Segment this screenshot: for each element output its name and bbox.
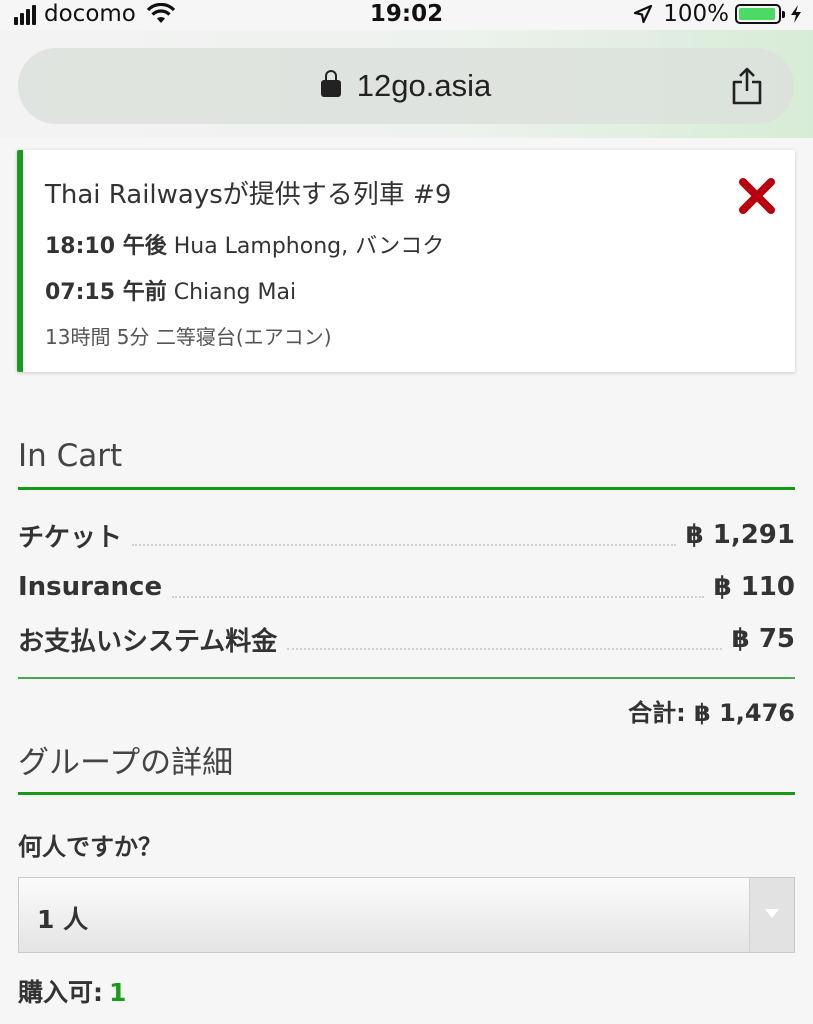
cart-row: Insurance ฿ 110 xyxy=(18,570,795,604)
battery-percent: 100% xyxy=(663,1,729,27)
departure-line: 18:10 午後 Hua Lamphong, バンコク xyxy=(45,228,444,260)
browser-toolbar: 12go.asia xyxy=(0,30,813,138)
cart-item-label: チケット xyxy=(18,522,123,553)
chevron-down-icon[interactable] xyxy=(749,878,794,952)
cart-divider xyxy=(18,487,795,490)
share-icon[interactable] xyxy=(730,66,764,106)
availability-label: 購入可: xyxy=(18,978,103,1007)
cart-item-price: ฿ 110 xyxy=(713,572,795,602)
location-arrow-icon xyxy=(634,4,653,24)
train-card: Thai Railwaysが提供する列車 #9 18:10 午後 Hua Lam… xyxy=(17,150,795,372)
selected-value: 1 人 xyxy=(37,905,89,934)
availability-value: 1 xyxy=(109,978,127,1007)
cart-row: チケット ฿ 1,291 xyxy=(18,518,795,553)
status-right: 100% xyxy=(633,1,803,27)
total-divider xyxy=(18,677,795,679)
group-divider xyxy=(18,792,795,795)
cart-row: お支払いシステム料金 ฿ 75 xyxy=(18,622,795,657)
cart-title: In Cart xyxy=(18,438,123,474)
close-x-icon[interactable] xyxy=(737,176,777,216)
trip-meta: 13時間 5分 二等寝台(エアコン) xyxy=(45,325,332,349)
cart-item-label: お支払いシステム料金 xyxy=(18,626,278,657)
url-text: 12go.asia xyxy=(356,68,492,103)
availability: 購入可: 1 xyxy=(18,973,126,1009)
address-display[interactable]: 12go.asia xyxy=(18,68,794,104)
passenger-count-label: 何人ですか？ xyxy=(18,833,162,861)
cart-total: 合計: ฿ 1,476 xyxy=(628,699,795,727)
departure-place: Hua Lamphong, バンコク xyxy=(173,234,445,259)
arrival-time: 07:15 午前 xyxy=(45,280,167,305)
dot-leader xyxy=(132,524,676,546)
address-bar[interactable]: 12go.asia xyxy=(18,48,794,124)
group-title: グループの詳細 xyxy=(18,745,234,781)
status-bar: docomo 19:02 100% xyxy=(0,0,813,30)
cart-item-price: ฿ 75 xyxy=(731,624,795,654)
arrival-place: Chiang Mai xyxy=(173,280,297,305)
lock-icon xyxy=(320,70,341,97)
cart-item-price: ฿ 1,291 xyxy=(685,520,795,550)
bolt-icon xyxy=(791,5,801,23)
departure-time: 18:10 午後 xyxy=(45,234,167,259)
arrival-line: 07:15 午前 Chiang Mai xyxy=(45,274,296,306)
battery-icon xyxy=(735,4,785,24)
dot-leader xyxy=(287,628,722,650)
train-title: Thai Railwaysが提供する列車 #9 xyxy=(45,180,452,210)
cart-item-label: Insurance xyxy=(18,572,163,602)
dot-leader xyxy=(172,576,704,598)
passenger-count-select[interactable]: 1 人 xyxy=(18,877,795,953)
